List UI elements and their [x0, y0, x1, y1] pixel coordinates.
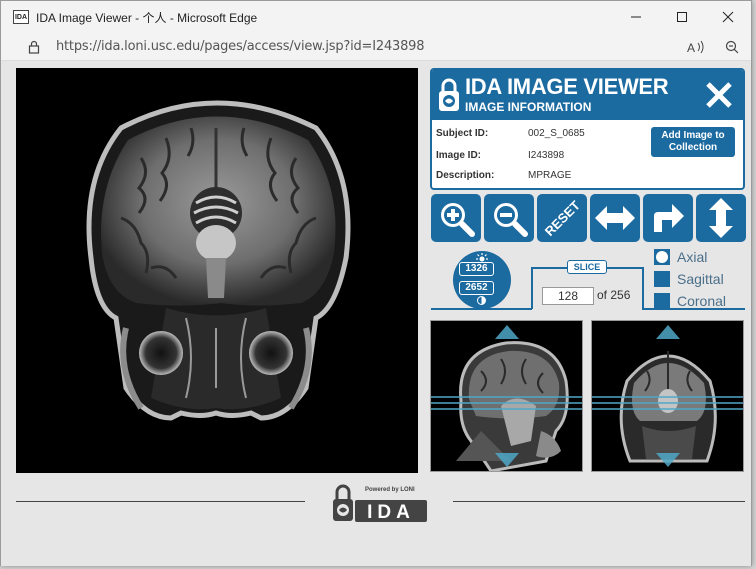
- viewer-content: IDA IMAGE VIEWER IMAGE INFORMATION Subje…: [1, 61, 751, 566]
- window-level-control[interactable]: 1326 2652: [453, 251, 511, 309]
- mri-coronal-image: [86, 100, 351, 421]
- level-value[interactable]: 2652: [459, 281, 494, 295]
- zoom-icon[interactable]: [725, 40, 739, 54]
- description-label: Description:: [436, 170, 495, 181]
- subject-value: 002_S_0685: [528, 128, 585, 139]
- contrast-icon: [477, 296, 486, 305]
- svg-text:A: A: [687, 41, 695, 54]
- coronal-radio[interactable]: [654, 293, 670, 309]
- zoom-in-icon: [441, 203, 475, 237]
- slice-bracket-right-top: [607, 267, 643, 269]
- minimize-button[interactable]: [613, 1, 659, 33]
- main-image-view[interactable]: [16, 68, 418, 473]
- slice-number-input[interactable]: 128: [542, 287, 594, 305]
- window-title: IDA Image Viewer - 个人 - Microsoft Edge: [36, 10, 258, 25]
- orientation-axial[interactable]: Axial: [654, 249, 707, 265]
- reset-label: RESET: [542, 198, 583, 239]
- radio-selected-dot: [656, 251, 668, 263]
- axial-label: Axial: [677, 249, 708, 265]
- add-to-collection-button[interactable]: Add Image to Collection: [651, 127, 735, 157]
- rotate-button[interactable]: [643, 194, 693, 242]
- url-field[interactable]: https://ida.loni.usc.edu/pages/access/vi…: [56, 39, 425, 54]
- rotate-icon: [654, 204, 684, 232]
- slice-base-line-left: [431, 308, 532, 310]
- close-window-button[interactable]: [705, 1, 751, 33]
- slice-bracket-left-side: [531, 267, 533, 309]
- close-viewer-icon[interactable]: [703, 79, 735, 111]
- panel-header: IDA IMAGE VIEWER IMAGE INFORMATION: [432, 70, 743, 120]
- orientation-sagittal[interactable]: Sagittal: [654, 271, 724, 287]
- coronal-preview-image: [592, 325, 743, 467]
- flip-horizontal-button[interactable]: [590, 194, 640, 242]
- zoom-out-icon: [494, 203, 528, 237]
- ida-lock-logo-icon: [439, 78, 459, 111]
- address-bar: https://ida.loni.usc.edu/pages/access/vi…: [1, 33, 751, 61]
- orientation-coronal[interactable]: Coronal: [654, 293, 726, 309]
- close-icon: [722, 11, 734, 23]
- zoom-out-button[interactable]: [484, 194, 534, 242]
- image-info-panel: IDA IMAGE VIEWER IMAGE INFORMATION Subje…: [430, 68, 745, 190]
- window-value[interactable]: 1326: [459, 262, 494, 276]
- zoom-in-button[interactable]: [431, 194, 481, 242]
- flip-vertical-button[interactable]: [696, 194, 746, 242]
- sagittal-label: Sagittal: [677, 271, 724, 287]
- coronal-label: Coronal: [677, 293, 727, 309]
- subject-label: Subject ID:: [436, 128, 489, 139]
- powered-by-text: Powered by LONI: [365, 487, 415, 493]
- footer-divider-left: [16, 501, 305, 502]
- maximize-icon: [677, 12, 687, 22]
- browser-window: IDA IDA Image Viewer - 个人 - Microsoft Ed…: [0, 0, 752, 566]
- viewer-title: IDA IMAGE VIEWER: [465, 74, 669, 99]
- axial-radio[interactable]: [654, 249, 670, 265]
- tool-bar: RESET: [431, 194, 746, 242]
- slice-bracket-left-top: [531, 267, 567, 269]
- panel-subtitle: IMAGE INFORMATION: [465, 100, 592, 114]
- footer-logo-text: IDA: [367, 502, 415, 523]
- image-id-label: Image ID:: [436, 150, 482, 161]
- sagittal-preview-image: [431, 325, 582, 471]
- flip-horizontal-icon: [595, 206, 635, 230]
- description-value: MPRAGE: [528, 170, 572, 181]
- title-bar: IDA IDA Image Viewer - 个人 - Microsoft Ed…: [1, 1, 751, 33]
- flip-vertical-icon: [709, 198, 733, 238]
- address-icons: A: [687, 33, 739, 61]
- image-id-value: I243898: [528, 150, 565, 161]
- minimize-icon: [631, 16, 641, 18]
- coronal-thumbnail[interactable]: [591, 320, 744, 472]
- reset-button[interactable]: RESET: [537, 194, 587, 242]
- lock-icon[interactable]: [27, 40, 41, 54]
- window-controls: [613, 1, 751, 33]
- slice-total: of 256: [597, 288, 631, 302]
- ida-app-icon: IDA: [13, 10, 29, 24]
- footer-divider-right: [453, 501, 745, 502]
- maximize-button[interactable]: [659, 1, 705, 33]
- slice-label: SLICE: [567, 260, 607, 274]
- reset-label-graphic: RESET: [542, 198, 583, 239]
- sagittal-thumbnail[interactable]: [430, 320, 583, 472]
- sagittal-radio[interactable]: [654, 271, 670, 287]
- slice-bracket-right-side: [642, 267, 644, 309]
- read-aloud-icon[interactable]: A: [687, 40, 705, 54]
